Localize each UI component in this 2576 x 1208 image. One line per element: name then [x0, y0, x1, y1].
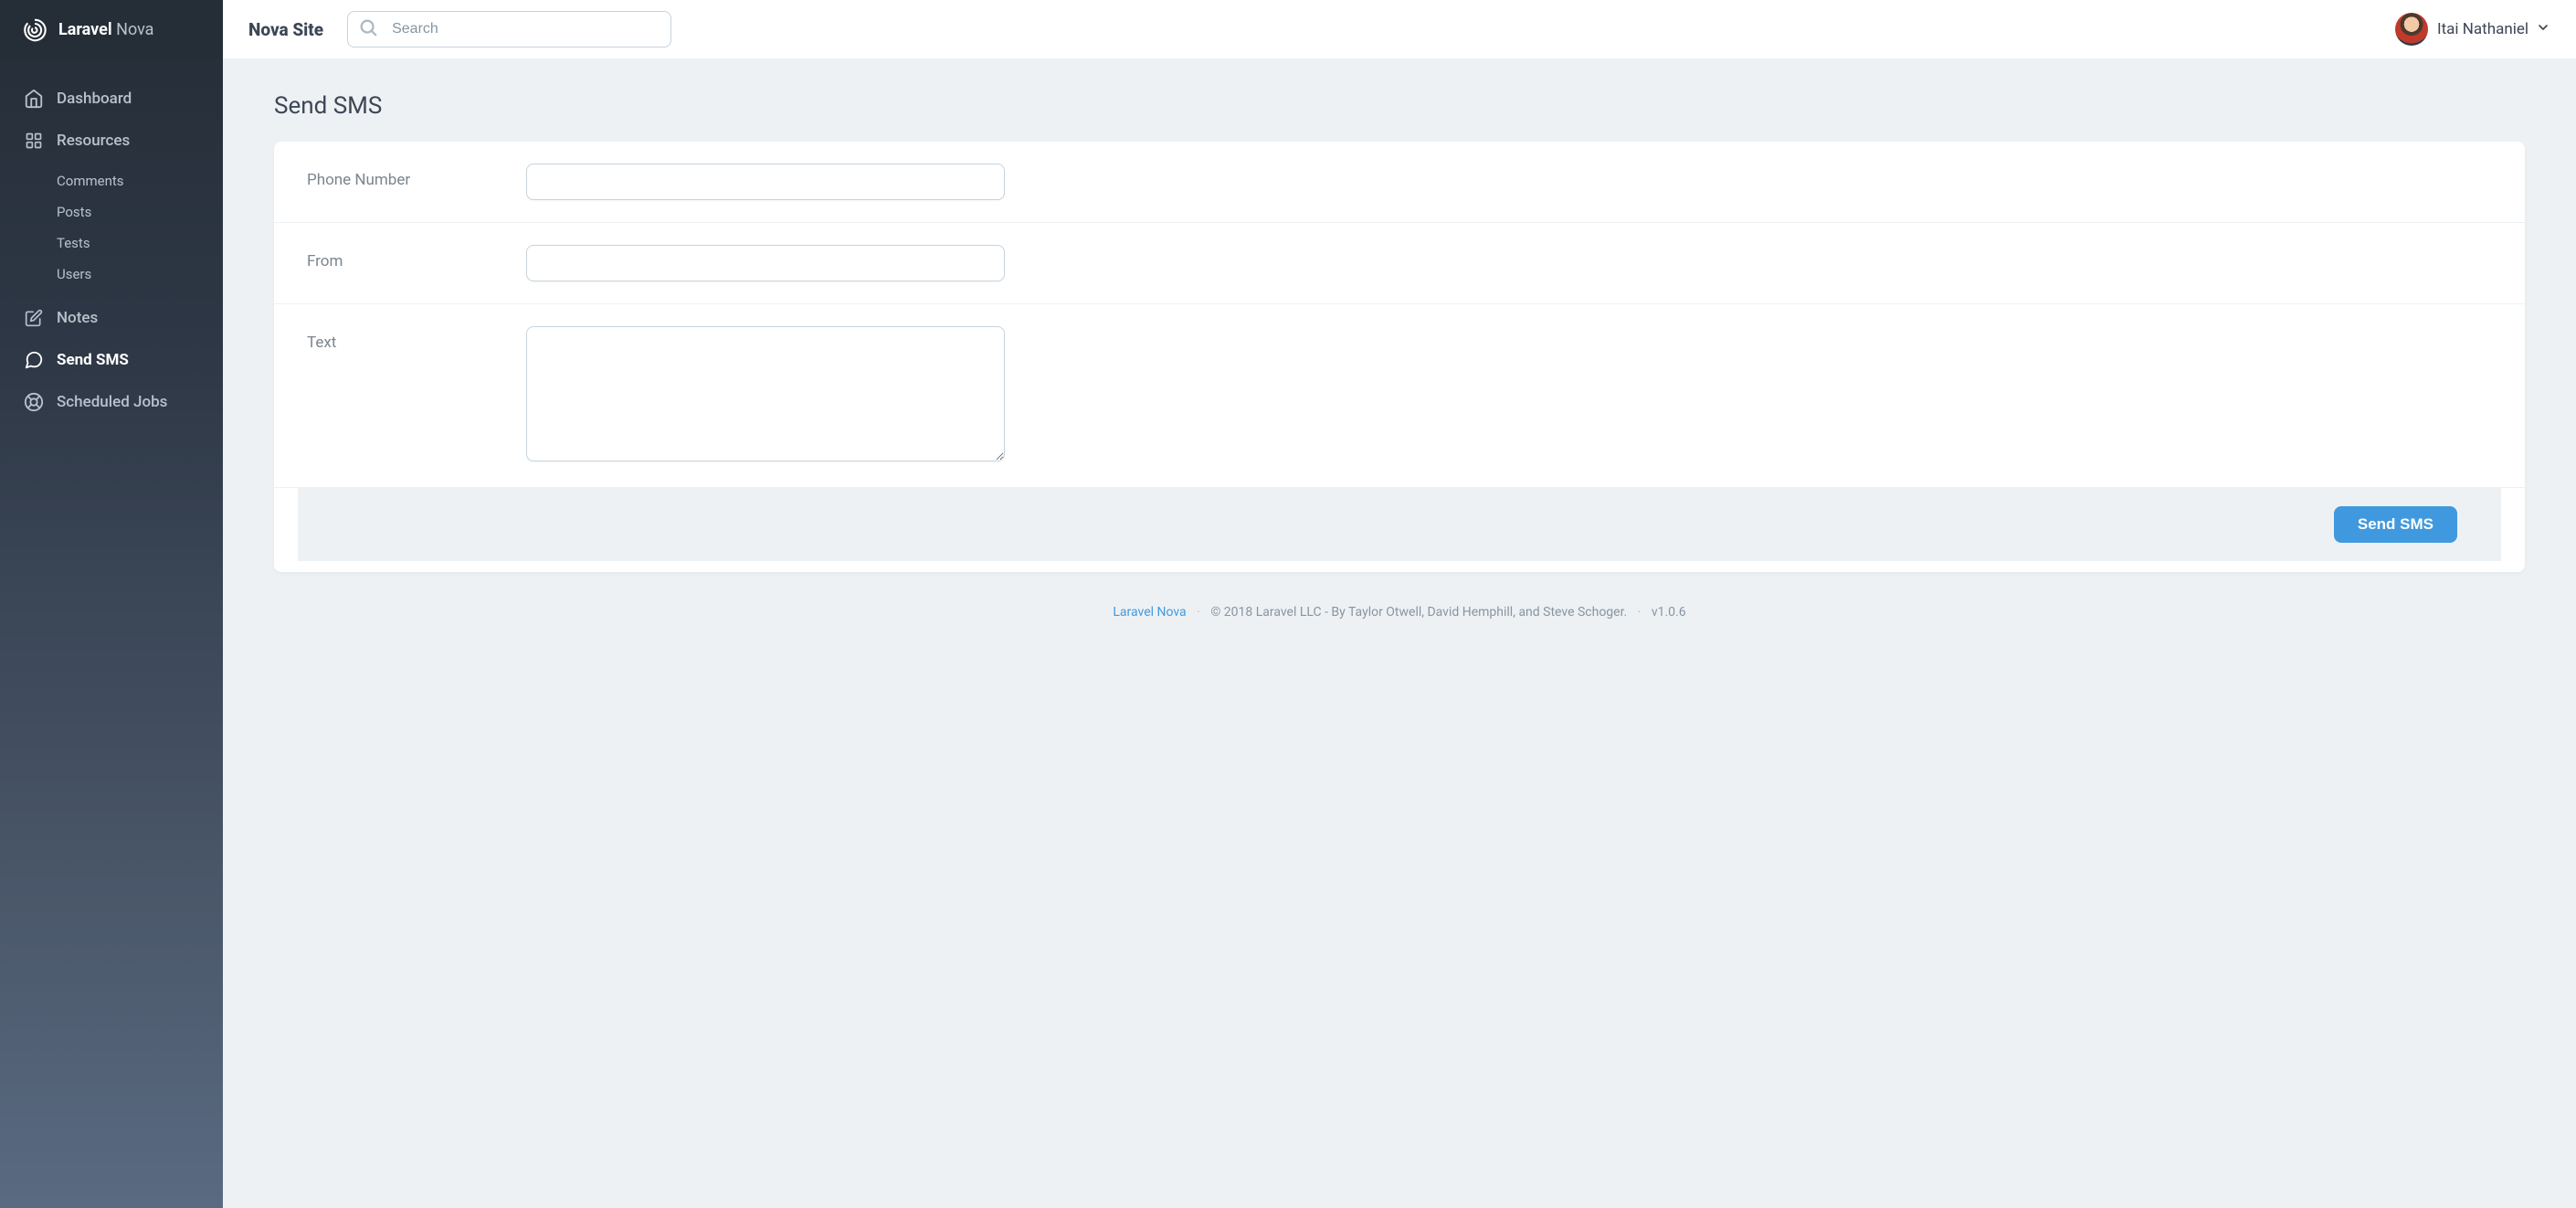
brand[interactable]: Laravel Nova [0, 0, 223, 59]
phone-input[interactable] [526, 164, 1005, 200]
site-title: Nova Site [248, 19, 323, 40]
sidebar-item-notes[interactable]: Notes [0, 297, 223, 339]
form-row-phone: Phone Number [274, 142, 2525, 223]
footer-version: v1.0.6 [1652, 605, 1686, 620]
send-sms-button[interactable]: Send SMS [2334, 506, 2457, 543]
search-icon [358, 17, 378, 41]
sidebar-item-scheduled-jobs[interactable]: Scheduled Jobs [0, 381, 223, 423]
sidebar-subitem-posts[interactable]: Posts [0, 196, 223, 228]
grid-icon [24, 131, 44, 151]
footer-link[interactable]: Laravel Nova [1113, 605, 1186, 620]
brand-logo-icon [22, 17, 48, 43]
from-input[interactable] [526, 245, 1005, 281]
avatar [2395, 13, 2428, 46]
content: Send SMS Phone Number From Text [223, 59, 2576, 1208]
sidebar-item-label: Dashboard [57, 90, 132, 108]
text-label: Text [307, 326, 526, 465]
sidebar-subitem-tests[interactable]: Tests [0, 228, 223, 259]
form-row-from: From [274, 223, 2525, 304]
brand-text: Laravel Nova [58, 20, 153, 39]
sidebar-item-label: Notes [57, 309, 98, 327]
sidebar-item-dashboard[interactable]: Dashboard [0, 78, 223, 120]
sidebar-item-label: Resources [57, 132, 130, 150]
sidebar-nav: Dashboard Resources Comments Posts Tests [0, 59, 223, 1208]
chevron-down-icon [2536, 20, 2550, 38]
form-row-text: Text [274, 304, 2525, 488]
sidebar-item-label: Send SMS [57, 351, 129, 369]
sidebar-item-label: Scheduled Jobs [57, 393, 167, 411]
search-input[interactable] [347, 11, 671, 48]
text-input[interactable] [526, 326, 1005, 461]
form-footer: Send SMS [298, 488, 2501, 561]
form-card: Phone Number From Text [274, 142, 2525, 572]
search-wrap [347, 11, 671, 48]
sidebar-item-resources[interactable]: Resources [0, 120, 223, 162]
home-icon [24, 89, 44, 109]
topbar: Nova Site Itai Nathaniel [223, 0, 2576, 59]
resources-submenu: Comments Posts Tests Users [0, 162, 223, 297]
page-title: Send SMS [274, 92, 2525, 120]
page-footer: Laravel Nova · © 2018 Laravel LLC - By T… [274, 572, 2525, 620]
sidebar-subitem-comments[interactable]: Comments [0, 165, 223, 196]
sidebar-subitem-users[interactable]: Users [0, 259, 223, 290]
sidebar: Laravel Nova Dashboard [0, 0, 223, 1208]
user-menu[interactable]: Itai Nathaniel [2395, 13, 2550, 46]
user-name: Itai Nathaniel [2437, 20, 2528, 38]
chat-icon [24, 350, 44, 370]
edit-icon [24, 308, 44, 328]
footer-copyright: © 2018 Laravel LLC - By Taylor Otwell, D… [1210, 605, 1627, 620]
sidebar-item-send-sms[interactable]: Send SMS [0, 339, 223, 381]
lifebuoy-icon [24, 392, 44, 412]
phone-label: Phone Number [307, 164, 526, 200]
from-label: From [307, 245, 526, 281]
